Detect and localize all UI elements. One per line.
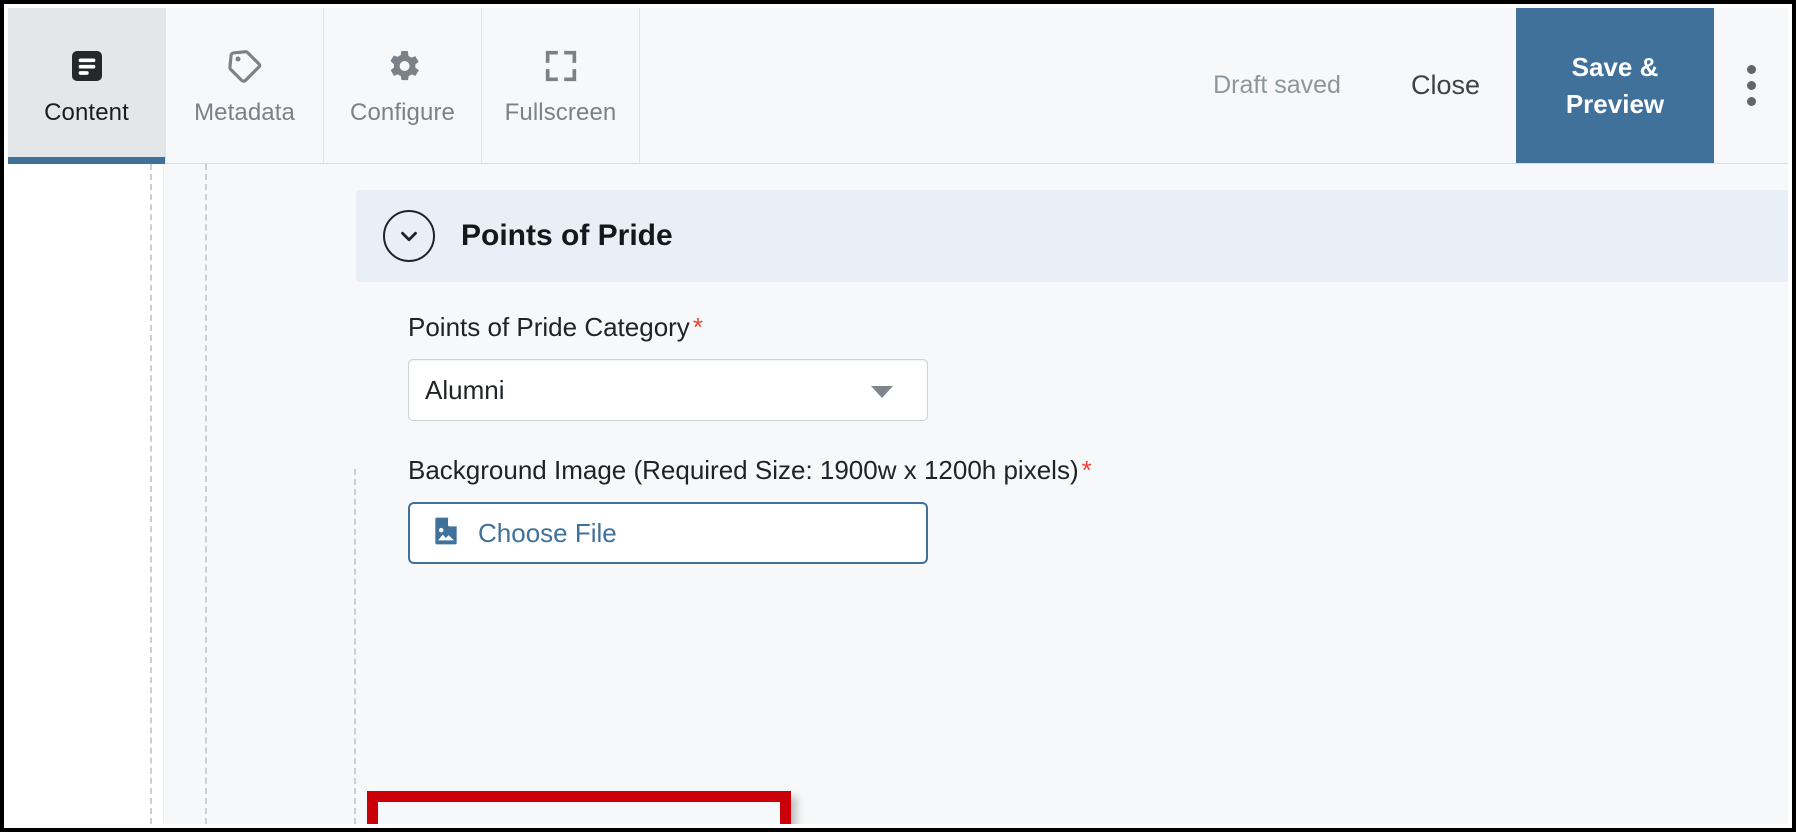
label-text: Points of Pride Category bbox=[408, 312, 690, 342]
tag-icon bbox=[225, 45, 265, 87]
section-header-points-of-pride[interactable]: Points of Pride bbox=[356, 190, 1788, 282]
layout-guide-line bbox=[205, 164, 207, 824]
layout-guide-line bbox=[150, 164, 152, 824]
editor-toolbar: Content Metadata Configure Fullscreen Dr… bbox=[8, 8, 1788, 164]
chevron-down-icon[interactable] bbox=[383, 210, 435, 262]
mobile-slider-highlight-box bbox=[367, 791, 791, 824]
choose-file-button[interactable]: Choose File bbox=[408, 502, 928, 564]
category-select[interactable]: Alumni bbox=[408, 359, 928, 421]
tab-label: Configure bbox=[350, 98, 455, 126]
tab-label: Fullscreen bbox=[504, 98, 617, 126]
close-button[interactable]: Close bbox=[1375, 70, 1516, 101]
field-background-image: Background Image (Required Size: 1900w x… bbox=[408, 455, 1092, 564]
fullscreen-icon bbox=[541, 45, 581, 87]
category-select-value: Alumni bbox=[425, 374, 505, 405]
tab-content[interactable]: Content bbox=[8, 8, 166, 164]
save-preview-line2: Preview bbox=[1565, 88, 1665, 119]
toolbar-tabs: Content Metadata Configure Fullscreen bbox=[8, 8, 640, 164]
toolbar-actions: Draft saved Close Save & Preview bbox=[1179, 8, 1788, 163]
caret-down-icon bbox=[871, 386, 893, 398]
draft-status: Draft saved bbox=[1213, 71, 1341, 99]
tab-metadata[interactable]: Metadata bbox=[166, 8, 324, 163]
save-and-preview-button[interactable]: Save & Preview bbox=[1516, 8, 1714, 163]
editor-canvas: Points of Pride Points of Pride Category… bbox=[8, 164, 1788, 824]
tab-fullscreen[interactable]: Fullscreen bbox=[482, 8, 640, 163]
section-form: Points of Pride Category * Alumni Backgro… bbox=[408, 312, 1092, 598]
field-label: Points of Pride Category * bbox=[408, 312, 1092, 343]
editor-screen: Content Metadata Configure Fullscreen Dr… bbox=[0, 0, 1796, 832]
tab-label: Metadata bbox=[194, 98, 295, 126]
kebab-dot bbox=[1746, 65, 1756, 74]
tab-configure[interactable]: Configure bbox=[324, 8, 482, 163]
choose-file-label: Choose File bbox=[478, 517, 617, 548]
document-lines-icon bbox=[67, 45, 107, 87]
field-label: Background Image (Required Size: 1900w x… bbox=[408, 455, 1092, 486]
field-points-of-pride-category: Points of Pride Category * Alumni bbox=[408, 312, 1092, 421]
layout-guide-line bbox=[354, 469, 356, 824]
save-preview-line1: Save & bbox=[1571, 51, 1659, 82]
kebab-dot bbox=[1746, 97, 1756, 106]
canvas-region: Points of Pride Points of Pride Category… bbox=[150, 164, 1788, 824]
kebab-dot bbox=[1746, 81, 1756, 90]
label-text: Background Image (Required Size: 1900w x… bbox=[408, 455, 1079, 485]
tab-label: Content bbox=[44, 98, 129, 126]
kebab-menu-icon[interactable] bbox=[1714, 8, 1788, 163]
gear-icon bbox=[383, 45, 423, 87]
required-marker: * bbox=[1081, 455, 1092, 485]
section-title: Points of Pride bbox=[461, 219, 673, 252]
image-file-icon bbox=[430, 515, 462, 552]
required-marker: * bbox=[692, 312, 703, 342]
